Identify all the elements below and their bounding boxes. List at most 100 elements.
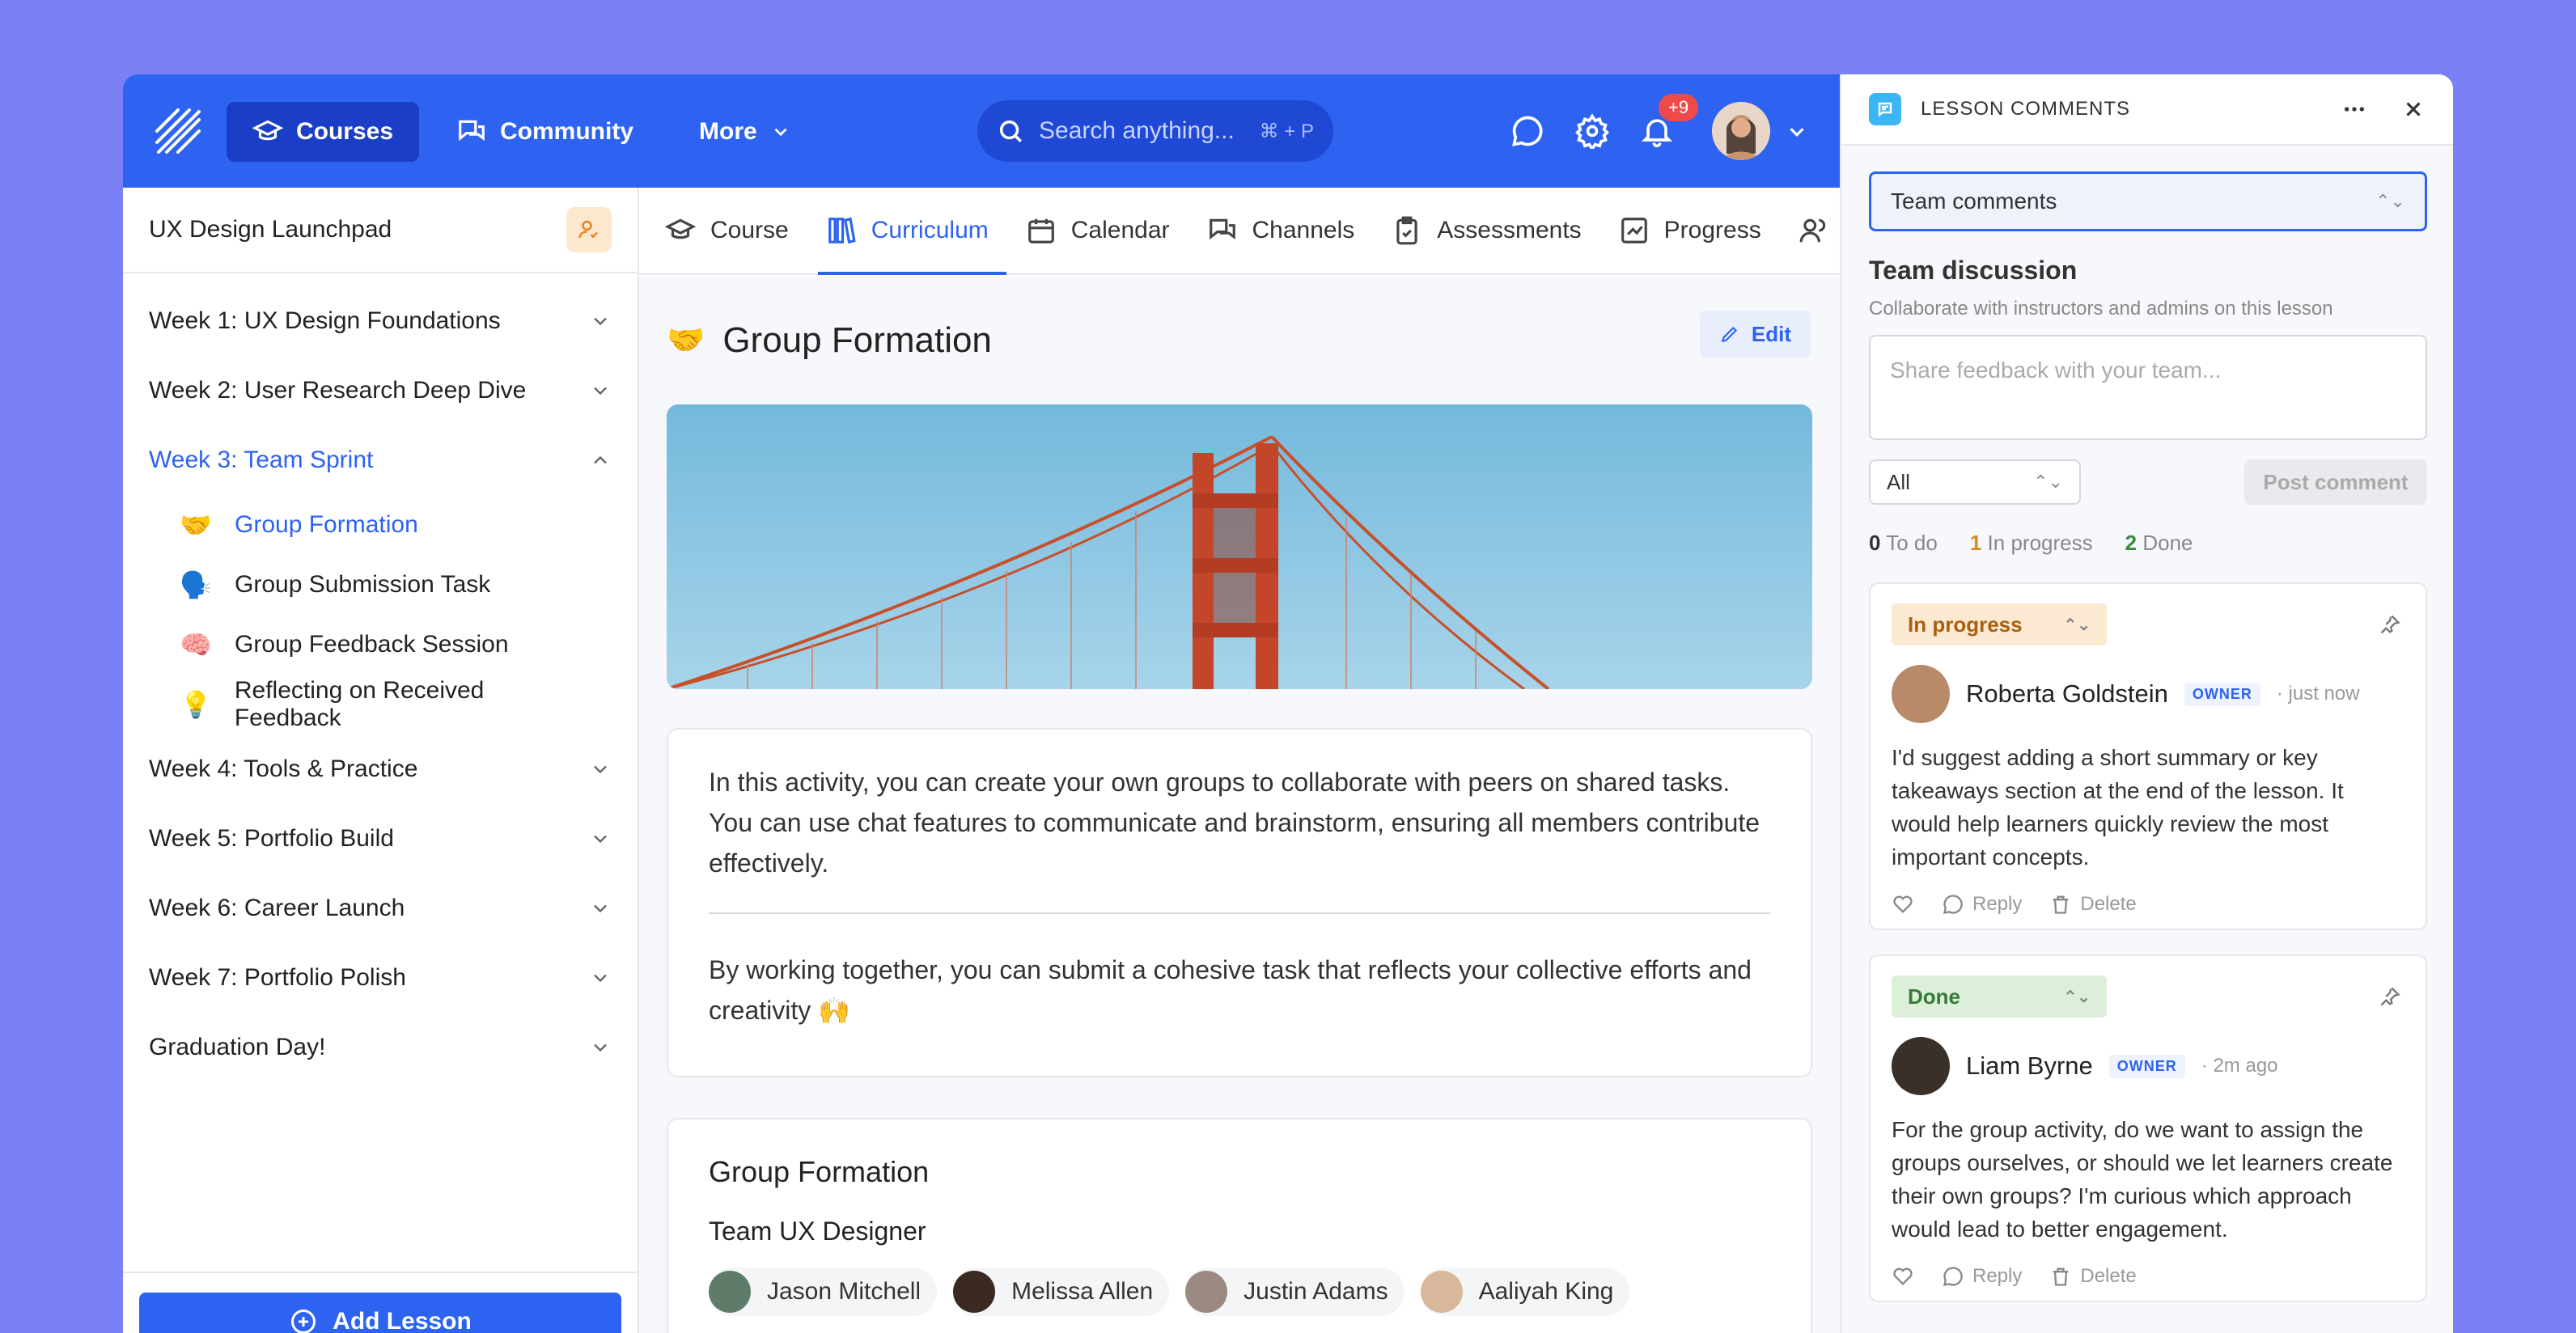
sidebar-week-3[interactable]: Week 3: Team Sprint: [123, 425, 638, 495]
week-label: Week 7: Portfolio Polish: [149, 964, 406, 991]
tab-calendar[interactable]: Calendar: [1026, 188, 1188, 273]
reply-button[interactable]: Reply: [1942, 893, 2022, 916]
calendar-icon: [1027, 218, 1054, 243]
sidebar-lesson-group-feedback[interactable]: 🧠 Group Feedback Session: [123, 615, 638, 675]
sidebar-week-7[interactable]: Week 7: Portfolio Polish: [123, 943, 638, 1013]
owner-badge: OWNER: [2184, 682, 2260, 706]
tab-channels[interactable]: Channels: [1207, 188, 1373, 273]
sidebar-week-1[interactable]: Week 1: UX Design Foundations: [123, 286, 638, 356]
author-name: Roberta Goldstein: [1966, 679, 2168, 708]
nav-courses-button[interactable]: Courses: [227, 102, 419, 162]
panel-title: LESSON COMMENTS: [1921, 98, 2131, 120]
chevron-down-icon: [594, 317, 607, 326]
lesson-description-card: In this activity, you can create your ow…: [667, 728, 1812, 1077]
nav-more-label: More: [699, 118, 757, 145]
comment-status-select[interactable]: Done ⌃⌄: [1892, 975, 2107, 1018]
add-lesson-label: Add Lesson: [333, 1308, 472, 1333]
comment-time: · just now: [2276, 683, 2360, 705]
comment-actions: Reply Delete: [1892, 1265, 2404, 1288]
trash-icon: [2053, 1267, 2069, 1286]
handshake-icon: 🤝: [667, 324, 705, 358]
search-input[interactable]: Search anything... ⌘ + P: [977, 100, 1333, 162]
status-filter-select[interactable]: All ⌃⌄: [1869, 459, 2081, 505]
done-count: 2 Done: [2125, 531, 2193, 555]
plus-circle-icon: [291, 1310, 316, 1333]
heart-icon: [1893, 1267, 1913, 1285]
avatar-photo-icon: [1712, 102, 1770, 160]
member-name: Jason Mitchell: [767, 1278, 922, 1305]
sidebar-week-2[interactable]: Week 2: User Research Deep Dive: [123, 356, 638, 425]
sidebar-lesson-group-submission[interactable]: 🗣️ Group Submission Task: [123, 555, 638, 615]
delete-button[interactable]: Delete: [2049, 1265, 2137, 1288]
week-label: Week 5: Portfolio Build: [149, 825, 394, 852]
tab-label: Progress: [1663, 217, 1761, 243]
comment-input[interactable]: Share feedback with your team...: [1869, 335, 2427, 440]
nav-community-button[interactable]: Community: [430, 102, 659, 162]
course-title: UX Design Launchpad: [149, 216, 392, 243]
account-chevron-down-icon[interactable]: [1785, 120, 1809, 144]
sidebar-week-graduation[interactable]: Graduation Day!: [123, 1013, 638, 1082]
member-avatar: [709, 1271, 751, 1313]
owner-badge: OWNER: [2108, 1054, 2185, 1078]
author-avatar: [1892, 665, 1950, 723]
comments-scope-select[interactable]: Team comments ⌃⌄: [1869, 171, 2427, 231]
comment-status-select[interactable]: In progress ⌃⌄: [1892, 603, 2107, 645]
member-chip[interactable]: Melissa Allen: [953, 1267, 1170, 1316]
sidebar-week-6[interactable]: Week 6: Career Launch: [123, 874, 638, 943]
chevron-down-icon: [774, 128, 787, 137]
handshake-icon: 🤝: [180, 510, 212, 540]
close-icon[interactable]: [2401, 97, 2426, 121]
member-name: Justin Adams: [1244, 1278, 1388, 1305]
nav-more-button[interactable]: More: [673, 102, 817, 162]
chevron-up-icon: [594, 455, 607, 464]
edit-button[interactable]: Edit: [1699, 311, 1811, 358]
add-lesson-button[interactable]: Add Lesson: [139, 1293, 621, 1333]
lesson-comments-panel: LESSON COMMENTS Team comments ⌃⌄ Team di…: [1840, 74, 2453, 1333]
page-title-text: Group Formation: [722, 320, 992, 360]
pin-icon[interactable]: [2379, 613, 2401, 636]
member-chip[interactable]: Jason Mitchell: [709, 1267, 938, 1316]
more-horizontal-icon[interactable]: [2341, 96, 2367, 122]
reply-button[interactable]: Reply: [1942, 1265, 2022, 1288]
instructor-toggle[interactable]: [566, 207, 612, 252]
pin-icon[interactable]: [2379, 985, 2401, 1008]
post-comment-button[interactable]: Post comment: [2244, 459, 2427, 505]
member-chip[interactable]: Justin Adams: [1185, 1267, 1405, 1316]
tab-curriculum[interactable]: Curriculum: [817, 188, 1006, 275]
select-value: Team comments: [1891, 188, 2057, 214]
divider: [709, 912, 1770, 914]
app-window: Courses Community More Search anything..…: [123, 74, 2453, 1333]
brand-logo-icon[interactable]: [154, 107, 202, 155]
clipboard-check-icon: [1396, 216, 1417, 245]
tab-label: Course: [710, 217, 789, 243]
tab-label: Channels: [1252, 217, 1355, 243]
books-icon: [828, 217, 856, 244]
brain-icon: 🧠: [180, 630, 212, 659]
team-name: Team UX Designer: [709, 1217, 926, 1246]
sidebar-footer-divider: [123, 1272, 638, 1273]
tab-progress[interactable]: Progress: [1619, 188, 1779, 273]
member-chip[interactable]: Aaliyah King: [1420, 1267, 1630, 1316]
tab-assessments[interactable]: Assessments: [1392, 188, 1599, 273]
select-value: All: [1887, 469, 1910, 494]
sidebar-week-4[interactable]: Week 4: Tools & Practice: [123, 734, 638, 804]
like-button[interactable]: [1892, 893, 1914, 916]
sidebar-week-5[interactable]: Week 5: Portfolio Build: [123, 804, 638, 874]
team-members: Jason Mitchell Melissa Allen Justin Adam…: [709, 1267, 1770, 1316]
messages-icon[interactable]: [1510, 113, 1545, 149]
user-avatar[interactable]: [1712, 102, 1770, 160]
page-title: 🤝 Group Formation: [667, 320, 992, 361]
like-button[interactable]: [1892, 1265, 1914, 1288]
sidebar-lesson-reflecting[interactable]: 💡 Reflecting on Received Feedback: [123, 675, 638, 734]
comment-author: Roberta Goldstein OWNER · just now: [1892, 665, 2404, 723]
tab-label: Calendar: [1070, 217, 1170, 243]
gear-icon[interactable]: [1574, 113, 1610, 149]
course-tabs: Course Curriculum Calendar Channels Asse…: [639, 188, 1840, 275]
search-placeholder: Search anything...: [1039, 117, 1235, 144]
author-avatar: [1892, 1037, 1950, 1095]
notification-badge: +9: [1659, 94, 1699, 121]
delete-button[interactable]: Delete: [2049, 893, 2137, 916]
heart-icon: [1893, 895, 1913, 913]
sidebar-lesson-group-formation[interactable]: 🤝 Group Formation: [123, 495, 638, 555]
tab-course[interactable]: Course: [665, 188, 807, 273]
